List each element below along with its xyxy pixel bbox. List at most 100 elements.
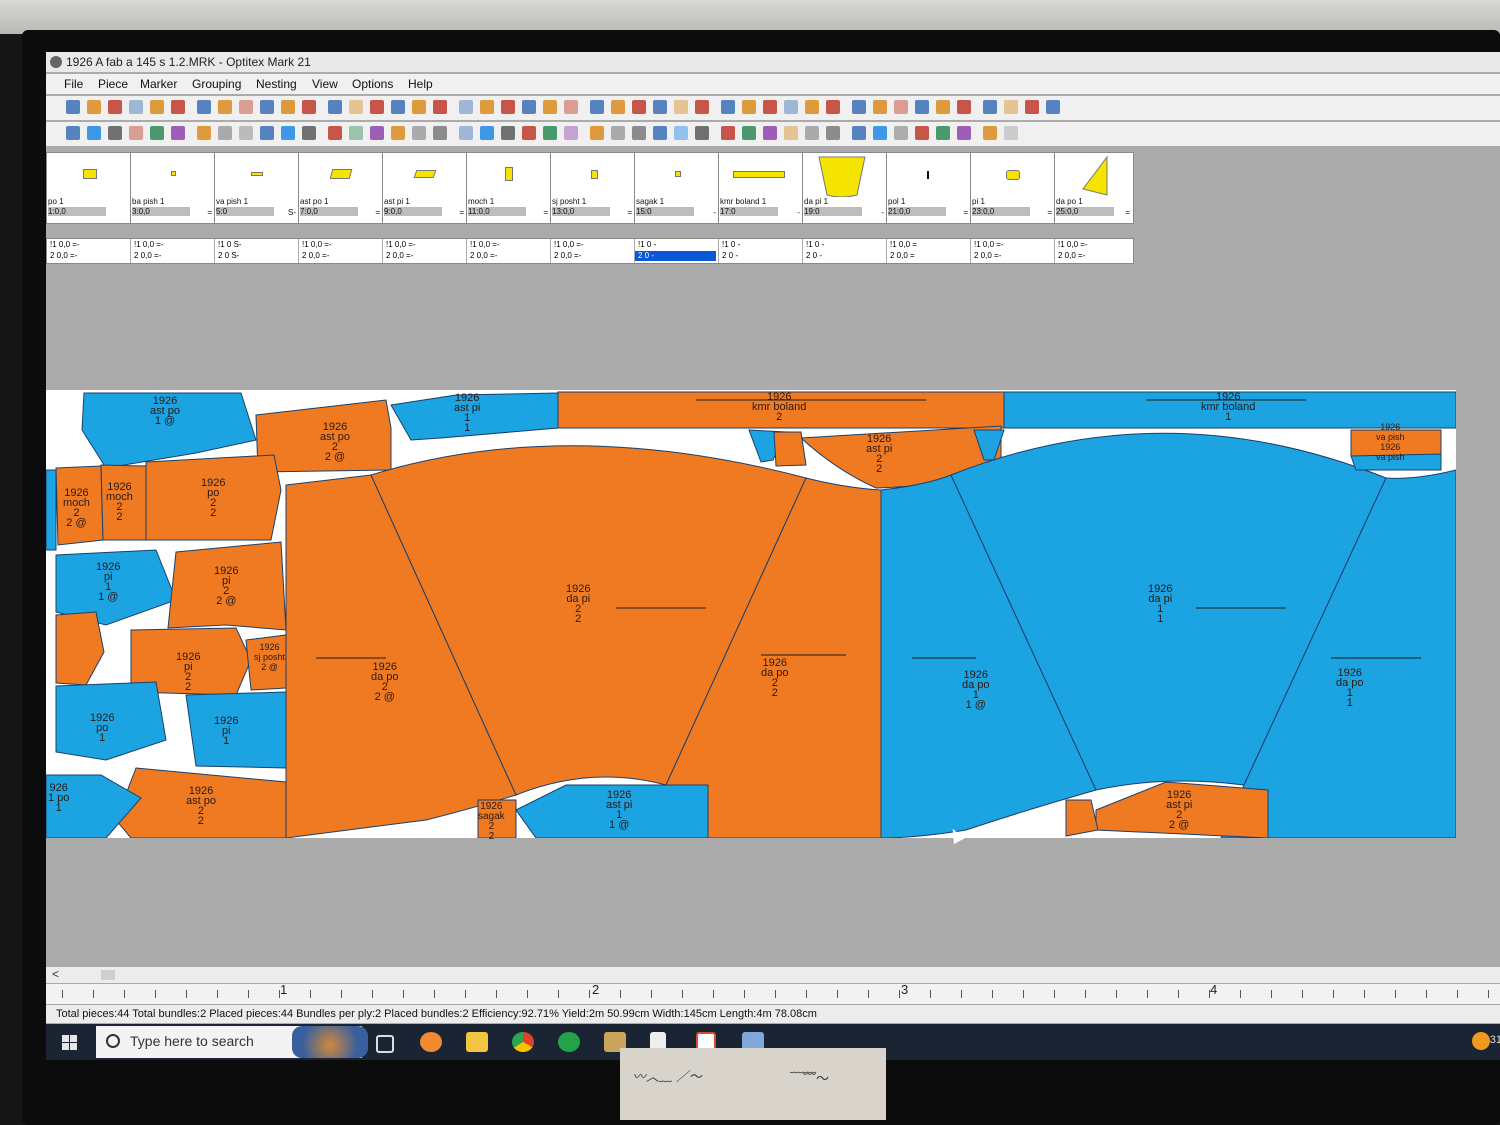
toolbar-tool-icon[interactable] bbox=[412, 126, 426, 140]
quantity-cell[interactable]: !1 0,0 =- 2 0,0 =- bbox=[299, 239, 383, 263]
windows-start-icon[interactable] bbox=[62, 1035, 77, 1050]
toolbar-tool-icon[interactable] bbox=[915, 100, 929, 114]
toolbar-tool-icon[interactable] bbox=[936, 100, 950, 114]
toolbar-tool-icon[interactable] bbox=[695, 100, 709, 114]
quantity-cell[interactable]: !1 0,0 =- 2 0,0 =- bbox=[551, 239, 635, 263]
piece-tile[interactable]: ba pish 1 3:0,0 = bbox=[131, 153, 215, 223]
menu-options[interactable]: Options bbox=[352, 77, 393, 91]
toolbar-tool-icon[interactable] bbox=[852, 126, 866, 140]
toolbar-tool-icon[interactable] bbox=[894, 126, 908, 140]
toolbar-tool-icon[interactable] bbox=[784, 126, 798, 140]
toolbar-tool-icon[interactable] bbox=[129, 100, 143, 114]
toolbar-tool-icon[interactable] bbox=[328, 126, 342, 140]
toolbar-tool-icon[interactable] bbox=[129, 126, 143, 140]
piece-tile[interactable]: da pi 1 19:0 - bbox=[803, 153, 887, 223]
toolbar-tool-icon[interactable] bbox=[370, 100, 384, 114]
menu-file[interactable]: File bbox=[64, 77, 83, 91]
toolbar-tool-icon[interactable] bbox=[522, 100, 536, 114]
toolbar-tool-icon[interactable] bbox=[983, 126, 997, 140]
app-icon-orange[interactable] bbox=[420, 1032, 442, 1052]
marker-canvas[interactable]: 1926 ast po 1 @ 1926 ast po 2 2 @ 1926 a… bbox=[46, 390, 1456, 842]
toolbar-tool-icon[interactable] bbox=[674, 126, 688, 140]
toolbar-tool-icon[interactable] bbox=[197, 126, 211, 140]
toolbar-tool-icon[interactable] bbox=[433, 100, 447, 114]
quantity-cell[interactable]: !1 0 - 2 0 - bbox=[635, 239, 719, 263]
toolbar-tool-icon[interactable] bbox=[391, 100, 405, 114]
toolbar-tool-icon[interactable] bbox=[543, 100, 557, 114]
toolbar-tool-icon[interactable] bbox=[480, 126, 494, 140]
toolbar-tool-icon[interactable] bbox=[66, 100, 80, 114]
toolbar-tool-icon[interactable] bbox=[501, 126, 515, 140]
toolbar-tool-icon[interactable] bbox=[459, 126, 473, 140]
piece-tile[interactable]: ast po 1 7:0,0 = bbox=[299, 153, 383, 223]
toolbar-tool-icon[interactable] bbox=[564, 126, 578, 140]
toolbar-tool-icon[interactable] bbox=[239, 100, 253, 114]
toolbar-tool-icon[interactable] bbox=[611, 100, 625, 114]
toolbar-tool-icon[interactable] bbox=[150, 100, 164, 114]
toolbar-tool-icon[interactable] bbox=[349, 126, 363, 140]
scroll-thumb[interactable] bbox=[101, 970, 115, 980]
piece-tile[interactable]: moch 1 11:0,0 = bbox=[467, 153, 551, 223]
quantity-cell[interactable]: !1 0,0 = 2 0,0 = bbox=[887, 239, 971, 263]
menu-help[interactable]: Help bbox=[408, 77, 433, 91]
toolbar-tool-icon[interactable] bbox=[564, 100, 578, 114]
toolbar-tool-icon[interactable] bbox=[873, 126, 887, 140]
toolbar-tool-icon[interactable] bbox=[611, 126, 625, 140]
toolbar-tool-icon[interactable] bbox=[653, 100, 667, 114]
quantity-cell[interactable]: !1 0,0 =- 2 0,0 =- bbox=[1055, 239, 1139, 263]
toolbar-tool-icon[interactable] bbox=[328, 100, 342, 114]
toolbar-tool-icon[interactable] bbox=[239, 126, 253, 140]
toolbar-tool-icon[interactable] bbox=[805, 100, 819, 114]
toolbar-tool-icon[interactable] bbox=[721, 126, 735, 140]
toolbar-tool-icon[interactable] bbox=[983, 100, 997, 114]
toolbar-tool-icon[interactable] bbox=[653, 126, 667, 140]
toolbar-tool-icon[interactable] bbox=[412, 100, 426, 114]
toolbar-tool-icon[interactable] bbox=[784, 100, 798, 114]
toolbar-tool-icon[interactable] bbox=[590, 100, 604, 114]
toolbar-tool-icon[interactable] bbox=[302, 126, 316, 140]
toolbar-tool-icon[interactable] bbox=[957, 100, 971, 114]
chrome-icon[interactable] bbox=[512, 1032, 534, 1052]
task-view-icon[interactable] bbox=[376, 1035, 394, 1053]
scroll-left-icon[interactable]: < bbox=[52, 967, 59, 981]
toolbar-tool-icon[interactable] bbox=[171, 100, 185, 114]
quantity-cell[interactable]: !1 0,0 =- 2 0,0 =- bbox=[971, 239, 1055, 263]
menu-marker[interactable]: Marker bbox=[140, 77, 177, 91]
toolbar-tool-icon[interactable] bbox=[1004, 126, 1018, 140]
quantity-cell[interactable]: !1 0,0 =- 2 0,0 =- bbox=[131, 239, 215, 263]
check-app-icon[interactable] bbox=[558, 1032, 580, 1052]
quantity-cell[interactable]: !1 0,0 =- 2 0,0 =- bbox=[47, 239, 131, 263]
toolbar-tool-icon[interactable] bbox=[915, 126, 929, 140]
tray-status-icon[interactable] bbox=[1472, 1032, 1490, 1050]
piece-tile[interactable]: sagak 1 15:0 - bbox=[635, 153, 719, 223]
toolbar-tool-icon[interactable] bbox=[763, 100, 777, 114]
toolbar-tool-icon[interactable] bbox=[281, 126, 295, 140]
toolbar-tool-icon[interactable] bbox=[826, 100, 840, 114]
toolbar-tool-icon[interactable] bbox=[391, 126, 405, 140]
toolbar-tool-icon[interactable] bbox=[150, 126, 164, 140]
toolbar-tool-icon[interactable] bbox=[742, 100, 756, 114]
toolbar-tool-icon[interactable] bbox=[695, 126, 709, 140]
toolbar-tool-icon[interactable] bbox=[87, 100, 101, 114]
quantity-cell[interactable]: !1 0,0 =- 2 0,0 =- bbox=[383, 239, 467, 263]
toolbar-tool-icon[interactable] bbox=[543, 126, 557, 140]
toolbar-tool-icon[interactable] bbox=[632, 100, 646, 114]
toolbar-tool-icon[interactable] bbox=[852, 100, 866, 114]
toolbar-tool-icon[interactable] bbox=[632, 126, 646, 140]
piece-tile[interactable]: kmr boland 1 17:0 - bbox=[719, 153, 803, 223]
toolbar-tool-icon[interactable] bbox=[742, 126, 756, 140]
quantity-cell[interactable]: !1 0 - 2 0 - bbox=[803, 239, 887, 263]
toolbar-tool-icon[interactable] bbox=[501, 100, 515, 114]
toolbar-tool-icon[interactable] bbox=[218, 100, 232, 114]
toolbar-tool-icon[interactable] bbox=[1004, 100, 1018, 114]
menu-view[interactable]: View bbox=[312, 77, 338, 91]
toolbar-tool-icon[interactable] bbox=[87, 126, 101, 140]
toolbar-tool-icon[interactable] bbox=[894, 100, 908, 114]
toolbar-tool-icon[interactable] bbox=[826, 126, 840, 140]
quantity-cell[interactable]: !1 0 S- 2 0 S- bbox=[215, 239, 299, 263]
toolbar-tool-icon[interactable] bbox=[1025, 100, 1039, 114]
toolbar-tool-icon[interactable] bbox=[957, 126, 971, 140]
piece-tile[interactable]: pol 1 21:0,0 = bbox=[887, 153, 971, 223]
toolbar-tool-icon[interactable] bbox=[66, 126, 80, 140]
toolbar-tool-icon[interactable] bbox=[302, 100, 316, 114]
